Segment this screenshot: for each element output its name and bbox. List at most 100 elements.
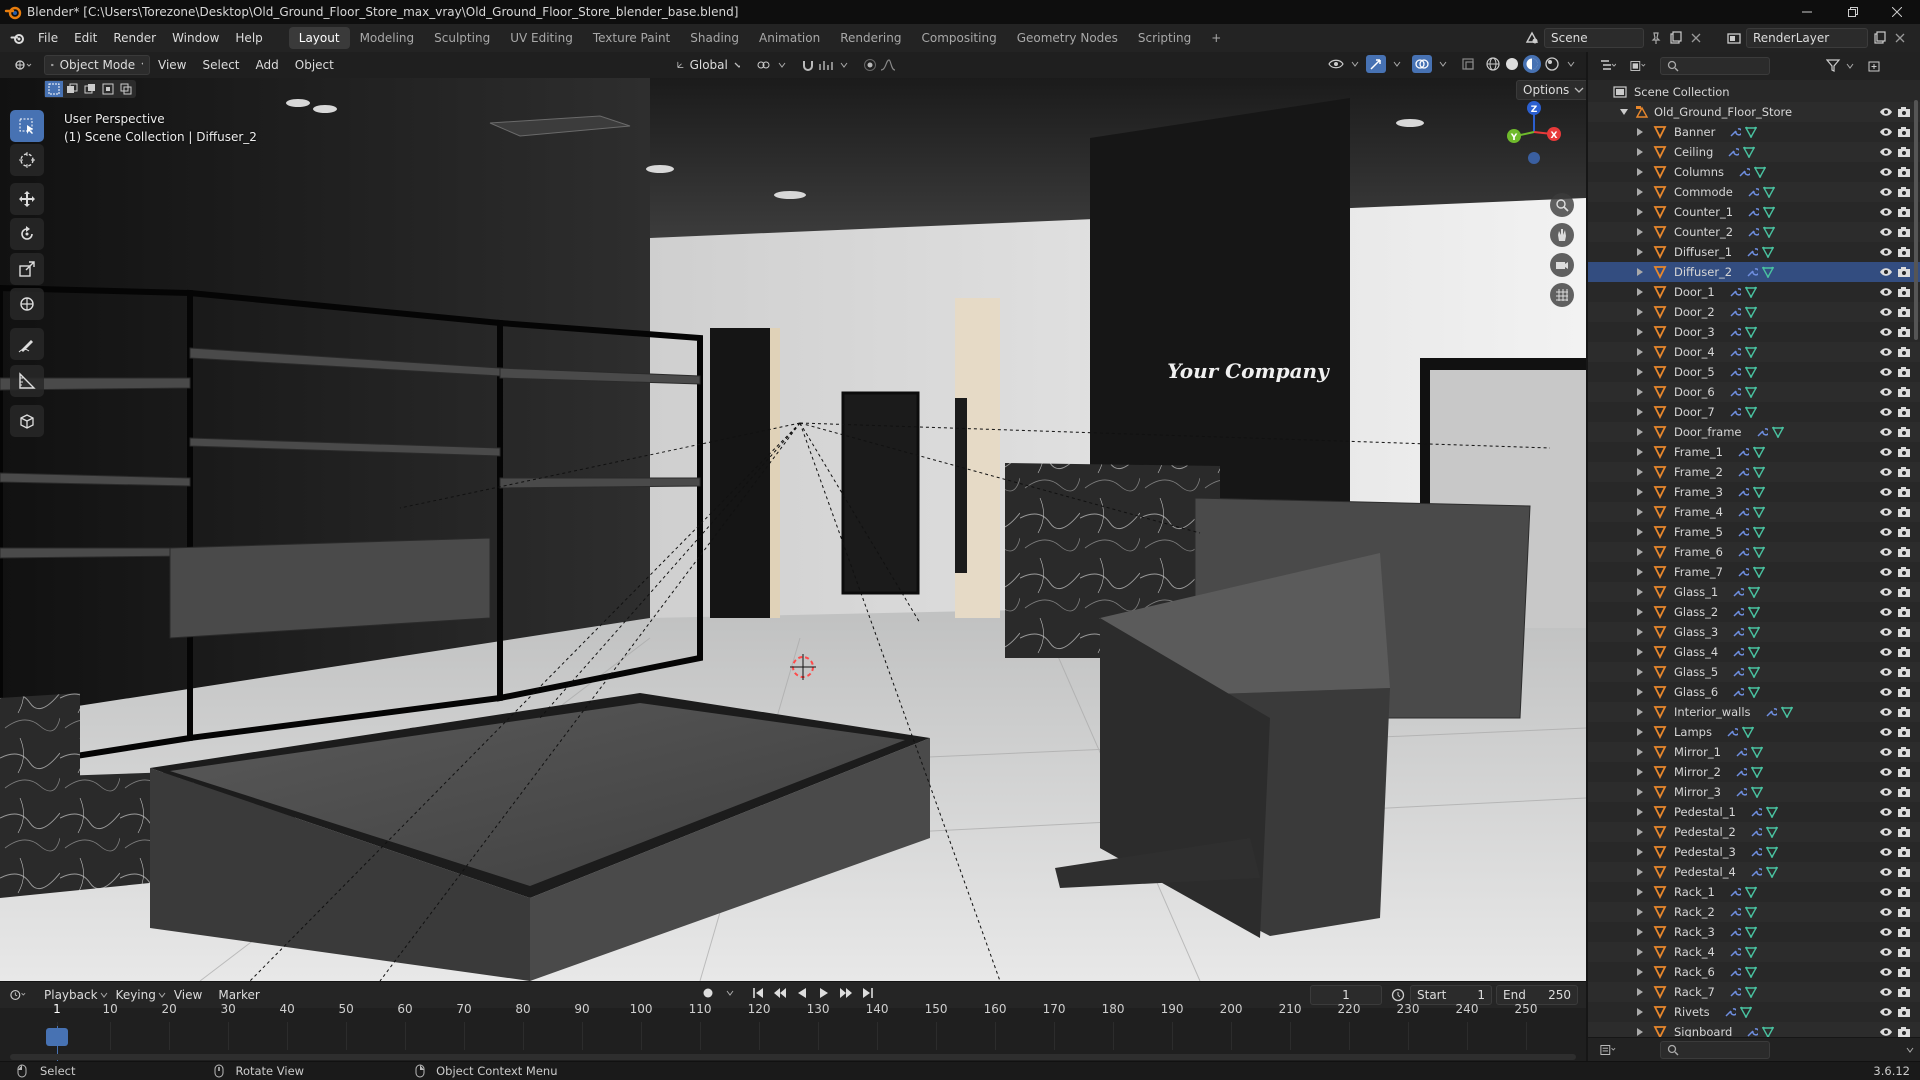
outliner-item[interactable]: Frame_3: [1588, 482, 1920, 502]
outliner-item[interactable]: Pedestal_4: [1588, 862, 1920, 882]
camera-render-icon[interactable]: [1896, 604, 1912, 620]
outliner-item[interactable]: Door_4: [1588, 342, 1920, 362]
camera-render-icon[interactable]: [1896, 924, 1912, 940]
mesh-data-icon[interactable]: [1743, 884, 1759, 900]
outliner-item[interactable]: Glass_1: [1588, 582, 1920, 602]
outliner-item[interactable]: Rack_1: [1588, 882, 1920, 902]
disclosure-triangle-icon[interactable]: [1632, 184, 1648, 200]
outliner-item[interactable]: Pedestal_2: [1588, 822, 1920, 842]
eye-icon[interactable]: [1878, 424, 1894, 440]
modifier-wrench-icon[interactable]: [1735, 544, 1751, 560]
eye-icon[interactable]: [1878, 964, 1894, 980]
display-mode-icon[interactable]: [1630, 58, 1646, 74]
disclosure-triangle-icon[interactable]: [1632, 1024, 1648, 1037]
modifier-wrench-icon[interactable]: [1730, 584, 1746, 600]
eye-icon[interactable]: [1878, 824, 1894, 840]
disclosure-triangle-icon[interactable]: [1632, 324, 1648, 340]
outliner-item[interactable]: Mirror_3: [1588, 782, 1920, 802]
blender-menu-icon[interactable]: [10, 30, 26, 46]
eye-icon[interactable]: [1878, 624, 1894, 640]
disclosure-triangle-icon[interactable]: [1632, 264, 1648, 280]
modifier-wrench-icon[interactable]: [1722, 1004, 1738, 1020]
disclosure-triangle-icon[interactable]: [1632, 444, 1648, 460]
tab-compositing[interactable]: Compositing: [911, 27, 1006, 49]
disclosure-triangle-icon[interactable]: [1632, 424, 1648, 440]
outliner-search-input[interactable]: [1660, 57, 1770, 75]
outliner-item[interactable]: Door_3: [1588, 322, 1920, 342]
eye-icon[interactable]: [1878, 444, 1894, 460]
mode-dropdown[interactable]: Object Mode: [44, 55, 150, 75]
disclosure-triangle-icon[interactable]: [1632, 164, 1648, 180]
transform-orientation-dropdown[interactable]: Global: [670, 55, 746, 75]
zoom-icon[interactable]: [1550, 193, 1574, 217]
modifier-wrench-icon[interactable]: [1735, 524, 1751, 540]
visibility-filter-icon[interactable]: [1328, 56, 1344, 72]
mesh-data-icon[interactable]: [1746, 664, 1762, 680]
minimize-button[interactable]: [1784, 0, 1830, 24]
outliner-item[interactable]: Frame_7: [1588, 562, 1920, 582]
scene-name-field[interactable]: Scene: [1544, 28, 1644, 48]
tab-rendering[interactable]: Rendering: [830, 27, 911, 49]
mesh-data-icon[interactable]: [1761, 184, 1777, 200]
mesh-data-icon[interactable]: [1743, 944, 1759, 960]
disclosure-triangle-icon[interactable]: [1632, 924, 1648, 940]
chevron-down-icon[interactable]: [1842, 58, 1858, 74]
eye-icon[interactable]: [1878, 104, 1894, 120]
mesh-data-icon[interactable]: [1764, 824, 1780, 840]
eye-icon[interactable]: [1878, 384, 1894, 400]
disclosure-triangle-icon[interactable]: [1632, 364, 1648, 380]
restore-button[interactable]: [1830, 0, 1876, 24]
camera-render-icon[interactable]: [1896, 144, 1912, 160]
new-view-layer-icon[interactable]: [1872, 30, 1888, 46]
chevron-down-icon[interactable]: [1389, 56, 1405, 72]
eye-icon[interactable]: [1878, 344, 1894, 360]
modifier-wrench-icon[interactable]: [1733, 744, 1749, 760]
outliner-item[interactable]: Pedestal_1: [1588, 802, 1920, 822]
outliner-item[interactable]: Glass_5: [1588, 662, 1920, 682]
eye-icon[interactable]: [1878, 544, 1894, 560]
disclosure-triangle-icon[interactable]: [1632, 864, 1648, 880]
modifier-wrench-icon[interactable]: [1727, 284, 1743, 300]
camera-render-icon[interactable]: [1896, 944, 1912, 960]
mesh-data-icon[interactable]: [1743, 964, 1759, 980]
camera-render-icon[interactable]: [1896, 564, 1912, 580]
tab-geometry-nodes[interactable]: Geometry Nodes: [1007, 27, 1128, 49]
overlays-toggle-icon[interactable]: [1412, 55, 1432, 73]
menu-playback[interactable]: Playback: [36, 981, 106, 1009]
outliner-item[interactable]: Door_2: [1588, 302, 1920, 322]
modifier-wrench-icon[interactable]: [1744, 1024, 1760, 1037]
select-extend-icon[interactable]: [63, 81, 81, 97]
disclosure-triangle-icon[interactable]: [1632, 664, 1648, 680]
camera-render-icon[interactable]: [1896, 264, 1912, 280]
mesh-data-icon[interactable]: [1764, 844, 1780, 860]
delete-view-layer-icon[interactable]: [1892, 30, 1908, 46]
filter-icon[interactable]: [1826, 58, 1842, 74]
camera-render-icon[interactable]: [1896, 644, 1912, 660]
mesh-data-icon[interactable]: [1743, 384, 1759, 400]
mesh-data-icon[interactable]: [1738, 1004, 1754, 1020]
scene-collection-row[interactable]: Scene Collection: [1588, 82, 1920, 102]
editor-type-button[interactable]: [10, 987, 26, 1003]
modifier-wrench-icon[interactable]: [1727, 364, 1743, 380]
camera-render-icon[interactable]: [1896, 764, 1912, 780]
disclosure-triangle-icon[interactable]: [1632, 404, 1648, 420]
camera-render-icon[interactable]: [1896, 844, 1912, 860]
disclosure-triangle-icon[interactable]: [1632, 744, 1648, 760]
eye-icon[interactable]: [1878, 704, 1894, 720]
disclosure-triangle-icon[interactable]: [1632, 844, 1648, 860]
camera-render-icon[interactable]: [1896, 1024, 1912, 1037]
next-keyframe-icon[interactable]: [838, 985, 854, 1001]
mesh-data-icon[interactable]: [1749, 764, 1765, 780]
eye-icon[interactable]: [1878, 884, 1894, 900]
start-frame-field[interactable]: Start 1: [1410, 985, 1492, 1005]
disclosure-triangle-icon[interactable]: [1632, 284, 1648, 300]
scale-tool[interactable]: [10, 253, 44, 285]
modifier-wrench-icon[interactable]: [1727, 944, 1743, 960]
eye-icon[interactable]: [1878, 224, 1894, 240]
camera-render-icon[interactable]: [1896, 504, 1912, 520]
modifier-wrench-icon[interactable]: [1730, 604, 1746, 620]
jump-end-icon[interactable]: [860, 985, 876, 1001]
camera-render-icon[interactable]: [1896, 224, 1912, 240]
modifier-wrench-icon[interactable]: [1733, 784, 1749, 800]
disclosure-triangle-icon[interactable]: [1632, 1004, 1648, 1020]
